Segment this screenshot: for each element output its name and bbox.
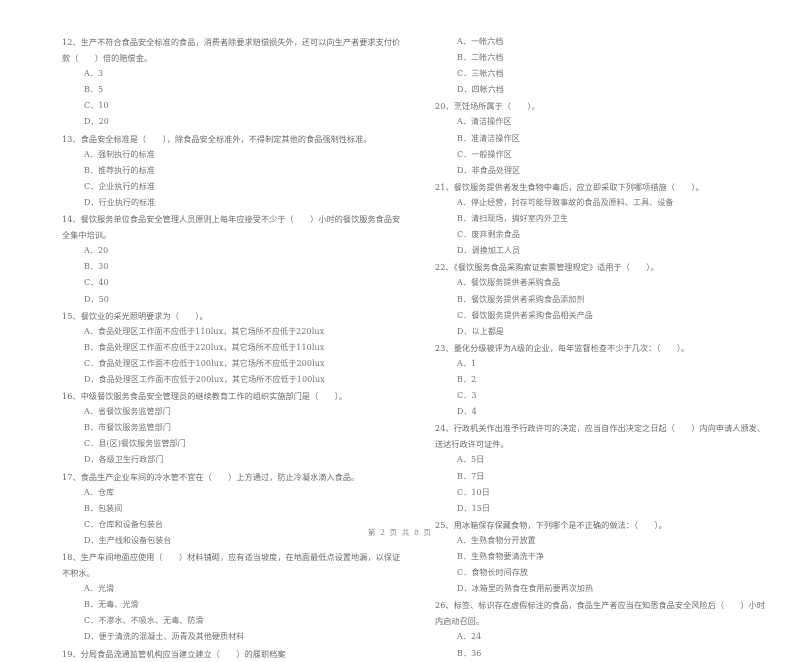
left-column: 12、生产不符合食品安全标准的食品，消费者除要求赔偿损失外，还可以向生产者要求支…: [62, 34, 403, 659]
question-15-option-d[interactable]: D．食品处理区工作面不应低于200lux，其它场所不应低于100lux: [62, 372, 403, 388]
question-19-option-d[interactable]: D．四帐六档: [421, 82, 762, 98]
question-25-option-b[interactable]: B．生熟食物要清洗干净: [421, 549, 762, 565]
question-23-option-a[interactable]: A．1: [421, 356, 762, 372]
question-18-option-c[interactable]: C．不渗水、不吸水、无毒、防滑: [62, 613, 403, 629]
question-20-stem: 20、烹饪场所属于（ ）。: [435, 101, 540, 112]
question-15-option-b[interactable]: B．食品处理区工作面不应低于220lux，其它场所不应低于110lux: [62, 340, 403, 356]
question-21-option-b[interactable]: B．清扫现场，搞好室内外卫生: [421, 211, 762, 227]
question-23-option-b[interactable]: B．2: [421, 372, 762, 388]
question-13-option-a[interactable]: A．强制执行的标准: [62, 147, 403, 163]
question-15: 15、餐饮业的采光照明要求为（ ）。 A．食品处理区工作面不应低于110lux，…: [62, 308, 403, 388]
question-23-stem: 23、量化分级被评为A级的企业，每年监督检查不少于几次：（ ）。: [435, 342, 690, 353]
question-12-stem: 12、生产不符合食品安全标准的食品，消费者除要求赔偿损失外，还可以向生产者要求支…: [62, 37, 401, 47]
question-24-stem-cont: 送达行政许可证件。: [435, 439, 509, 450]
question-19-options: A．一帐六档 B．二帐六档 C．三帐六档 D．四帐六档: [421, 34, 762, 98]
question-22: 22、《餐饮服务食品采购索证索票管理规定》适用于（ ）。 A．餐饮服务提供者采购…: [421, 259, 762, 339]
question-19-option-c[interactable]: C．三帐六档: [421, 66, 762, 82]
question-21-option-d[interactable]: D．调换加工人员: [421, 243, 762, 259]
question-22-stem: 22、《餐饮服务食品采购索证索票管理规定》适用于（ ）。: [435, 262, 659, 273]
question-21-option-a[interactable]: A．停止经营，封存可能导致事故的食品及原料、工具、设备: [421, 195, 762, 211]
question-19: 19、分局食品流通监管机构应当建立建立（ ）的履职档案: [62, 646, 403, 662]
question-15-option-a[interactable]: A．食品处理区工作面不应低于110lux，其它场所不应低于220lux: [62, 324, 403, 340]
question-26-option-b[interactable]: B．36: [421, 646, 762, 662]
question-24-option-d[interactable]: D．15日: [421, 501, 762, 517]
page-footer: 第 2 页 共 8 页: [367, 528, 433, 537]
question-18-option-a[interactable]: A．光滑: [62, 581, 403, 597]
question-26-option-a[interactable]: A．24: [421, 629, 762, 645]
question-19-option-a[interactable]: A．一帐六档: [421, 34, 762, 50]
question-25-option-d[interactable]: D．冰箱里的熟食在食用前要再次加热: [421, 581, 762, 597]
question-23-option-d[interactable]: D．4: [421, 404, 762, 420]
question-15-option-c[interactable]: C．食品处理区工作面不应低于100lux，其它场所不应低于200lux: [62, 356, 403, 372]
question-17-stem: 17、食品生产企业车间的冷水管不宜在（ ）上方通过，防止冷凝水滴入食品。: [62, 471, 360, 482]
question-24-option-b[interactable]: B．7日: [421, 469, 762, 485]
question-14-option-c[interactable]: C．40: [62, 275, 403, 291]
question-13-option-b[interactable]: B．推荐执行的标准: [62, 163, 403, 179]
question-23: 23、量化分级被评为A级的企业，每年监督检查不少于几次：（ ）。 A．1 B．2…: [421, 340, 762, 420]
two-column-body: 12、生产不符合食品安全标准的食品，消费者除要求赔偿损失外，还可以向生产者要求支…: [62, 34, 766, 659]
question-17-option-a[interactable]: A．仓库: [62, 485, 403, 501]
question-24-stem: 24、行政机关作出准予行政许可的决定，应当自作出决定之日起（ ）内向申请人颁发、: [435, 423, 766, 434]
question-19-stem: 19、分局食品流通监管机构应当建立建立（ ）的履职档案: [62, 648, 286, 659]
question-14-stem: 14、餐饮服务单位食品安全管理人员原则上每年应接受不少于（ ）小时的餐饮服务食品…: [62, 214, 401, 225]
question-22-option-d[interactable]: D．以上都是: [421, 324, 762, 340]
question-24: 24、行政机关作出准予行政许可的决定，应当自作出决定之日起（ ）内向申请人颁发、…: [421, 420, 766, 517]
question-16-stem: 16、中级餐饮服务食品安全管理员的继续教育工作的组织实施部门是（ ）。: [62, 391, 348, 402]
question-12-stem-cont: 款（ ）倍的赔偿金。: [62, 53, 153, 64]
right-column: A．一帐六档 B．二帐六档 C．三帐六档 D．四帐六档 20、烹饪场所属于（ ）…: [421, 34, 766, 658]
exam-page: 12、生产不符合食品安全标准的食品，消费者除要求赔偿损失外，还可以向生产者要求支…: [0, 0, 800, 659]
question-12-option-d[interactable]: D．20: [62, 114, 403, 130]
question-12-option-c[interactable]: C．10: [62, 98, 403, 114]
question-20: 20、烹饪场所属于（ ）。 A．清洁操作区 B．准清洁操作区 C．一般操作区 D…: [421, 98, 762, 178]
question-21: 21、餐饮服务提供者发生食物中毒后，应立即采取下列哪项措施（ ）。 A．停止经营…: [421, 179, 762, 259]
question-26: 26、标签、标识存在虚假标注的食品，食品生产者应当在知悉食品安全风险后（ ）小时…: [421, 597, 766, 662]
question-18-option-d[interactable]: D．便于清洗的混凝土、沥青及其他硬质材料: [62, 629, 403, 645]
question-16-option-b[interactable]: B．市餐饮服务监管部门: [62, 420, 403, 436]
question-14-stem-cont: 全集中培训。: [62, 230, 112, 241]
question-13-option-c[interactable]: C．企业执行的标准: [62, 179, 403, 195]
question-18-option-b[interactable]: B．无毒、光滑: [62, 597, 403, 613]
question-14-option-d[interactable]: D．50: [62, 292, 403, 308]
question-20-option-d[interactable]: D．非食品处理区: [421, 163, 762, 179]
question-19-option-b[interactable]: B．二帐六档: [421, 50, 762, 66]
question-22-option-a[interactable]: A．餐饮服务提供者采购食品: [421, 275, 762, 291]
question-20-option-a[interactable]: A．清洁操作区: [421, 114, 762, 130]
question-21-stem: 21、餐饮服务提供者发生食物中毒后，应立即采取下列哪项措施（ ）。: [435, 181, 704, 192]
question-26-stem: 26、标签、标识存在虚假标注的食品，食品生产者应当在知悉食品安全风险后（ ）小时: [435, 600, 766, 611]
question-18: 18、生产车间地面应使用（ ）材料铺砌，应有适当坡度，在地面最低点设置地漏，以保…: [62, 549, 403, 646]
question-15-stem: 15、餐饮业的采光照明要求为（ ）。: [62, 310, 208, 321]
question-22-option-c[interactable]: C．餐饮服务提供者采购食品相关产品: [421, 308, 762, 324]
question-20-option-b[interactable]: B．准清洁操作区: [421, 131, 762, 147]
question-20-option-c[interactable]: C．一般操作区: [421, 147, 762, 163]
question-24-option-a[interactable]: A．5日: [421, 452, 762, 468]
question-14-option-a[interactable]: A．20: [62, 243, 403, 259]
question-13: 13、食品安全标准是（ ），除食品安全标准外，不得制定其他的食品强制性标准。 A…: [62, 131, 403, 211]
question-16-option-c[interactable]: C．县(区)餐饮服务监管部门: [62, 436, 403, 452]
question-24-option-c[interactable]: C．10日: [421, 485, 762, 501]
question-26-stem-cont: 内启动召回。: [435, 616, 485, 627]
question-22-option-b[interactable]: B．餐饮服务提供者采购食品添加剂: [421, 292, 762, 308]
question-12: 12、生产不符合食品安全标准的食品，消费者除要求赔偿损失外，还可以向生产者要求支…: [62, 34, 403, 131]
question-14: 14、餐饮服务单位食品安全管理人员原则上每年应接受不少于（ ）小时的餐饮服务食品…: [62, 211, 403, 308]
question-13-stem: 13、食品安全标准是（ ），除食品安全标准外，不得制定其他的食品强制性标准。: [62, 133, 372, 144]
question-13-option-d[interactable]: D．行业执行的标准: [62, 195, 403, 211]
question-23-option-c[interactable]: C．3: [421, 388, 762, 404]
question-12-option-b[interactable]: B．5: [62, 82, 403, 98]
question-25-option-c[interactable]: C．食物长时间存放: [421, 565, 762, 581]
question-16-option-a[interactable]: A．省餐饮服务监管部门: [62, 404, 403, 420]
question-16: 16、中级餐饮服务食品安全管理员的继续教育工作的组织实施部门是（ ）。 A．省餐…: [62, 388, 403, 468]
question-21-option-c[interactable]: C．废弃剩余食品: [421, 227, 762, 243]
question-14-option-b[interactable]: B．30: [62, 259, 403, 275]
question-12-option-a[interactable]: A．3: [62, 66, 403, 82]
question-17-option-b[interactable]: B．包装间: [62, 501, 403, 517]
question-18-stem-cont: 不积水。: [62, 568, 95, 579]
question-18-stem: 18、生产车间地面应使用（ ）材料铺砌，应有适当坡度，在地面最低点设置地漏，以保…: [62, 552, 401, 562]
question-16-option-d[interactable]: D．各级卫生行政部门: [62, 452, 403, 468]
